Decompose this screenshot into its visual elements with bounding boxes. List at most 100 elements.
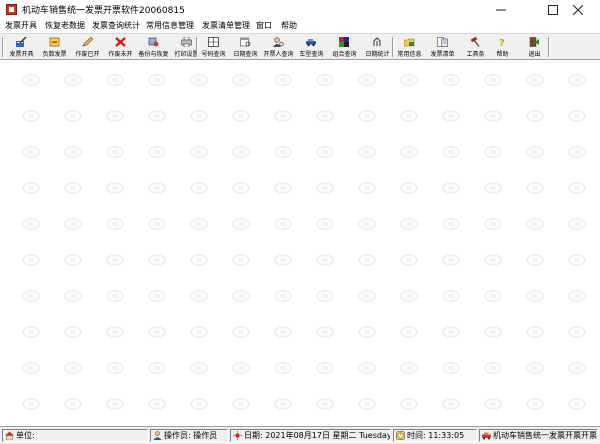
pencil-icon <box>82 37 93 47</box>
workspace-watermark <box>106 146 124 158</box>
workspace-watermark <box>22 398 40 410</box>
combo-search-icon <box>339 37 349 47</box>
workspace-watermark <box>274 110 292 122</box>
workspace-watermark <box>484 326 502 338</box>
workspace-watermark <box>106 182 124 194</box>
mdi-workspace[interactable] <box>0 60 600 426</box>
toolbar-button-void-unissued[interactable]: 作废未开 <box>104 35 137 59</box>
workspace-watermark <box>64 74 82 86</box>
workspace-watermark <box>148 74 166 86</box>
status-time-panel: 时间: 11:33:05 <box>393 429 477 442</box>
workspace-watermark <box>400 74 418 86</box>
toolbar: 发票开具 负数发票 作废已开 作废未开 备份与恢复 打印设置 号码查询 日期查询… <box>0 33 600 60</box>
close-icon <box>572 4 584 16</box>
workspace-watermark <box>64 362 82 374</box>
workspace-watermark <box>400 326 418 338</box>
toolbar-button-invoice-list[interactable]: 发票清单 <box>426 35 459 59</box>
workspace-watermark <box>274 362 292 374</box>
toolbar-button-void-issued[interactable]: 作废已开 <box>71 35 104 59</box>
workspace-watermark <box>526 146 544 158</box>
workspace-watermark <box>106 254 124 266</box>
workspace-watermark <box>274 146 292 158</box>
workspace-watermark <box>316 326 334 338</box>
workspace-watermark <box>232 398 250 410</box>
toolbar-button-issuer-query[interactable]: 开票人查询 <box>262 35 295 59</box>
workspace-watermark <box>106 362 124 374</box>
workspace-watermark <box>190 146 208 158</box>
workspace-watermark <box>484 254 502 266</box>
toolbar-button-exit[interactable]: 退出 <box>518 35 551 59</box>
workspace-watermark <box>190 398 208 410</box>
status-software-panel: 机动车销售统一发票开票开票软件 <box>479 429 598 442</box>
toolbar-button-date-query[interactable]: 日期查询 <box>229 35 262 59</box>
workspace-watermark <box>148 326 166 338</box>
workspace-watermark <box>232 110 250 122</box>
workspace-watermark <box>106 290 124 302</box>
minimize-button[interactable] <box>481 0 521 19</box>
workspace-watermark <box>232 146 250 158</box>
workspace-watermark <box>442 290 460 302</box>
close-button[interactable] <box>558 0 598 19</box>
status-date-panel: 日期: 2021年08月17日 星期二 Tuesday <box>230 429 391 442</box>
toolbar-button-negative-invoice[interactable]: 负数发票 <box>38 35 71 59</box>
workspace-watermark <box>484 74 502 86</box>
menu-common-info[interactable]: 常用信息管理 <box>146 20 194 31</box>
menu-invoice-list[interactable]: 发票清单管理 <box>202 20 250 31</box>
workspace-watermark <box>526 362 544 374</box>
workspace-watermark <box>22 110 40 122</box>
menu-help[interactable]: 帮助 <box>281 20 297 31</box>
workspace-watermark <box>232 182 250 194</box>
workspace-watermark <box>358 182 376 194</box>
exit-door-icon <box>529 37 539 47</box>
workspace-watermark <box>358 146 376 158</box>
workspace-watermark <box>316 218 334 230</box>
toolbar-button-model-query[interactable]: 车型查询 <box>295 35 328 59</box>
workspace-watermark <box>22 146 40 158</box>
workspace-watermark <box>400 110 418 122</box>
workspace-watermark <box>526 218 544 230</box>
printer-icon <box>181 37 192 47</box>
status-operator-panel: 操作员: 操作员 <box>150 429 228 442</box>
workspace-watermark <box>22 182 40 194</box>
workspace-watermark <box>316 362 334 374</box>
status-operator: 操作员: 操作员 <box>164 431 218 440</box>
workspace-watermark <box>64 182 82 194</box>
status-software: 机动车销售统一发票开票开票软件 <box>493 431 597 440</box>
backup-icon <box>148 37 159 47</box>
app-icon[interactable] <box>6 4 17 15</box>
info-folder-icon <box>404 38 415 47</box>
workspace-watermark <box>64 218 82 230</box>
window-title: 机动车销售统一发票开票软件20060815 <box>22 6 185 16</box>
workspace-watermark <box>358 362 376 374</box>
workspace-watermark <box>526 74 544 86</box>
menu-invoice-query[interactable]: 发票查询统计 <box>92 20 140 31</box>
menu-window[interactable]: 窗口 <box>256 20 272 31</box>
workspace-watermark <box>400 290 418 302</box>
workspace-watermark <box>148 146 166 158</box>
toolbar-button-combined-query[interactable]: 组合查询 <box>328 35 361 59</box>
menu-invoice-issue[interactable]: 发票开具 <box>5 20 37 31</box>
workspace-watermark <box>568 218 586 230</box>
status-date: 日期: 2021年08月17日 星期二 Tuesday <box>244 431 391 440</box>
toolbar-button-invoice-issue[interactable]: 发票开具 <box>5 35 38 59</box>
workspace-watermark <box>148 398 166 410</box>
workspace-watermark <box>568 326 586 338</box>
workspace-watermark <box>190 110 208 122</box>
workspace-watermark <box>400 254 418 266</box>
workspace-watermark <box>484 290 502 302</box>
workspace-watermark <box>316 290 334 302</box>
menu-restore-old-data[interactable]: 恢复老数据 <box>45 20 85 31</box>
clock-icon <box>396 431 405 440</box>
workspace-watermark <box>64 326 82 338</box>
workspace-watermark <box>148 362 166 374</box>
calendar-search-icon <box>240 37 251 47</box>
sun-icon <box>233 431 242 440</box>
toolbar-button-common-info[interactable]: 常用信息 <box>393 35 426 59</box>
workspace-watermark <box>64 146 82 158</box>
workspace-watermark <box>274 218 292 230</box>
workspace-watermark <box>526 254 544 266</box>
operator-icon <box>153 431 162 440</box>
workspace-watermark <box>106 326 124 338</box>
toolbar-button-backup-restore[interactable]: 备份与恢复 <box>137 35 170 59</box>
workspace-watermark <box>442 218 460 230</box>
